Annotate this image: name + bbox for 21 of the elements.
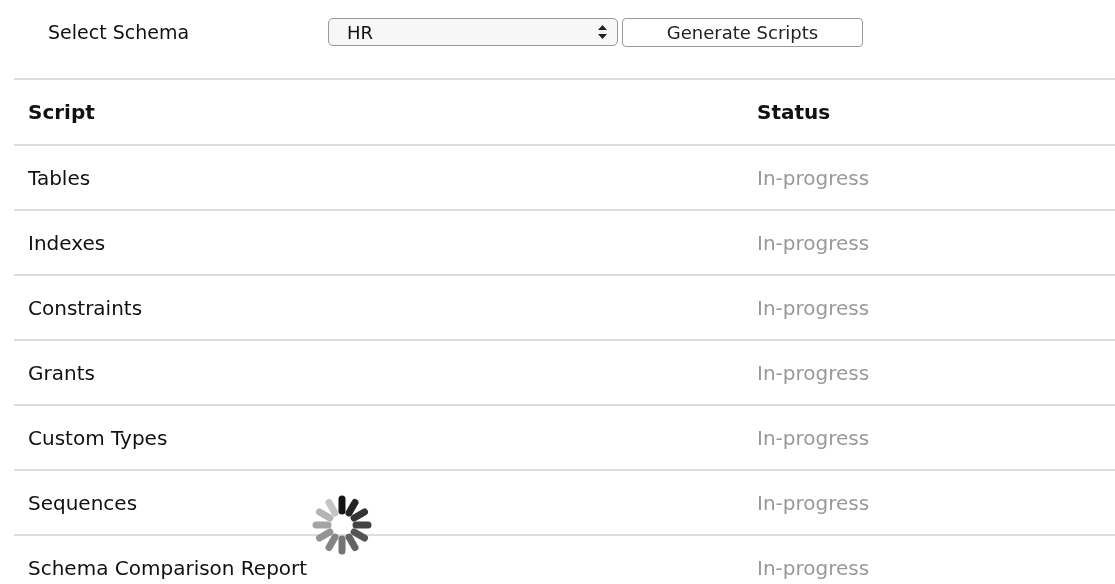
script-name: Grants: [27, 360, 96, 385]
generate-scripts-button[interactable]: Generate Scripts: [622, 17, 863, 47]
script-name: Indexes: [27, 230, 107, 255]
column-header: Status: [757, 100, 831, 124]
status-text: In-progress: [757, 165, 870, 190]
script-name: Tables: [27, 165, 92, 190]
status-text: In-progress: [757, 425, 870, 450]
status-text: In-progress: [757, 295, 870, 320]
status-text: In-progress: [757, 360, 870, 385]
script-name: Custom Types: [27, 425, 169, 450]
script-name: Constraints: [27, 295, 144, 320]
schema-select[interactable]: HR: [328, 18, 618, 46]
status-text: In-progress: [757, 230, 870, 255]
column-header: Script: [27, 100, 96, 124]
status-text: In-progress: [757, 490, 870, 515]
status-text: In-progress: [757, 555, 870, 580]
updown-arrows-icon: [598, 25, 607, 39]
select-schema-label: Select Schema: [48, 21, 191, 43]
loading-spinner-icon: [312, 495, 372, 555]
script-name: Sequences: [27, 490, 139, 515]
script-name: Schema Comparison Report: [27, 555, 309, 580]
